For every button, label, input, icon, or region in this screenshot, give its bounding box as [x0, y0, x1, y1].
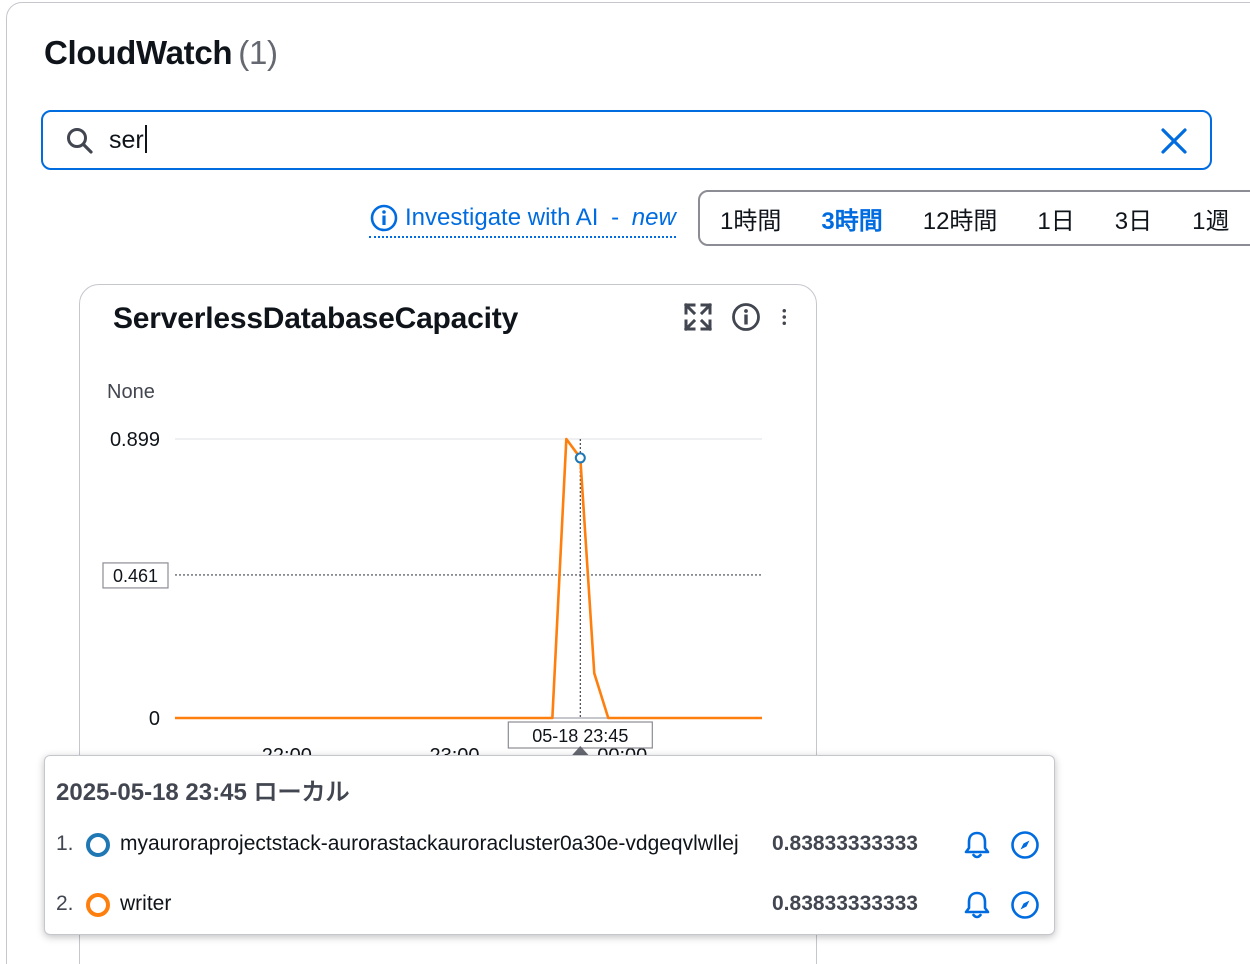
page-title-text: CloudWatch: [44, 34, 233, 71]
widget-title: ServerlessDatabaseCapacity: [113, 302, 519, 335]
tooltip-row-index: 2.: [56, 892, 74, 915]
widget-actions: [682, 301, 798, 333]
time-range-12h[interactable]: 12時間: [903, 201, 1018, 236]
time-range-3d[interactable]: 3日: [1095, 201, 1172, 236]
time-range-1h[interactable]: 1時間: [700, 201, 801, 236]
series-color-marker: [86, 893, 110, 917]
data-tooltip: 2025-05-18 23:45 ローカル 1. myauroraproject…: [44, 755, 1055, 935]
tooltip-series-name: writer: [120, 892, 172, 915]
search-input[interactable]: ser: [109, 125, 147, 155]
tooltip-series-value: 0.83833333333: [772, 892, 918, 915]
tooltip-row-index: 1.: [56, 832, 74, 855]
search-box[interactable]: ser: [41, 110, 1212, 170]
search-input-value: ser: [109, 126, 144, 154]
info-icon[interactable]: [730, 301, 762, 333]
info-icon: [370, 204, 398, 232]
series-color-marker: [86, 833, 110, 857]
close-icon[interactable]: [1158, 125, 1190, 157]
tooltip-series-value: 0.83833333333: [772, 832, 918, 855]
bell-icon[interactable]: [960, 828, 994, 862]
expand-icon[interactable]: [682, 301, 714, 333]
investigate-with-ai-link[interactable]: Investigate with AI - new: [369, 202, 676, 238]
investigate-label: Investigate with AI: [405, 204, 599, 231]
investigate-separator: -: [604, 204, 626, 231]
time-range-1w[interactable]: 1週: [1172, 201, 1249, 236]
new-badge: new: [631, 204, 676, 231]
time-range-3h[interactable]: 3時間: [801, 201, 902, 236]
search-icon: [67, 128, 93, 154]
compass-icon[interactable]: [1008, 828, 1042, 862]
time-range-selector: 1時間 3時間 12時間 1日 3日 1週: [698, 190, 1250, 246]
page-title: CloudWatch (1): [44, 34, 278, 72]
tooltip-time: 2025-05-18 23:45 ローカル: [56, 779, 350, 806]
tooltip-series-name: myauroraprojectstack-aurorastackauroracl…: [120, 832, 739, 855]
bell-icon[interactable]: [960, 888, 994, 922]
text-caret: [144, 125, 147, 154]
tooltip-row: 1. myauroraprojectstack-aurorastackauror…: [56, 828, 1041, 862]
compass-icon[interactable]: [1008, 888, 1042, 922]
more-vertical-icon[interactable]: [778, 301, 798, 333]
result-count: (1): [238, 34, 278, 71]
tooltip-row: 2. writer 0.83833333333: [56, 888, 1041, 922]
time-range-1d[interactable]: 1日: [1017, 201, 1094, 236]
